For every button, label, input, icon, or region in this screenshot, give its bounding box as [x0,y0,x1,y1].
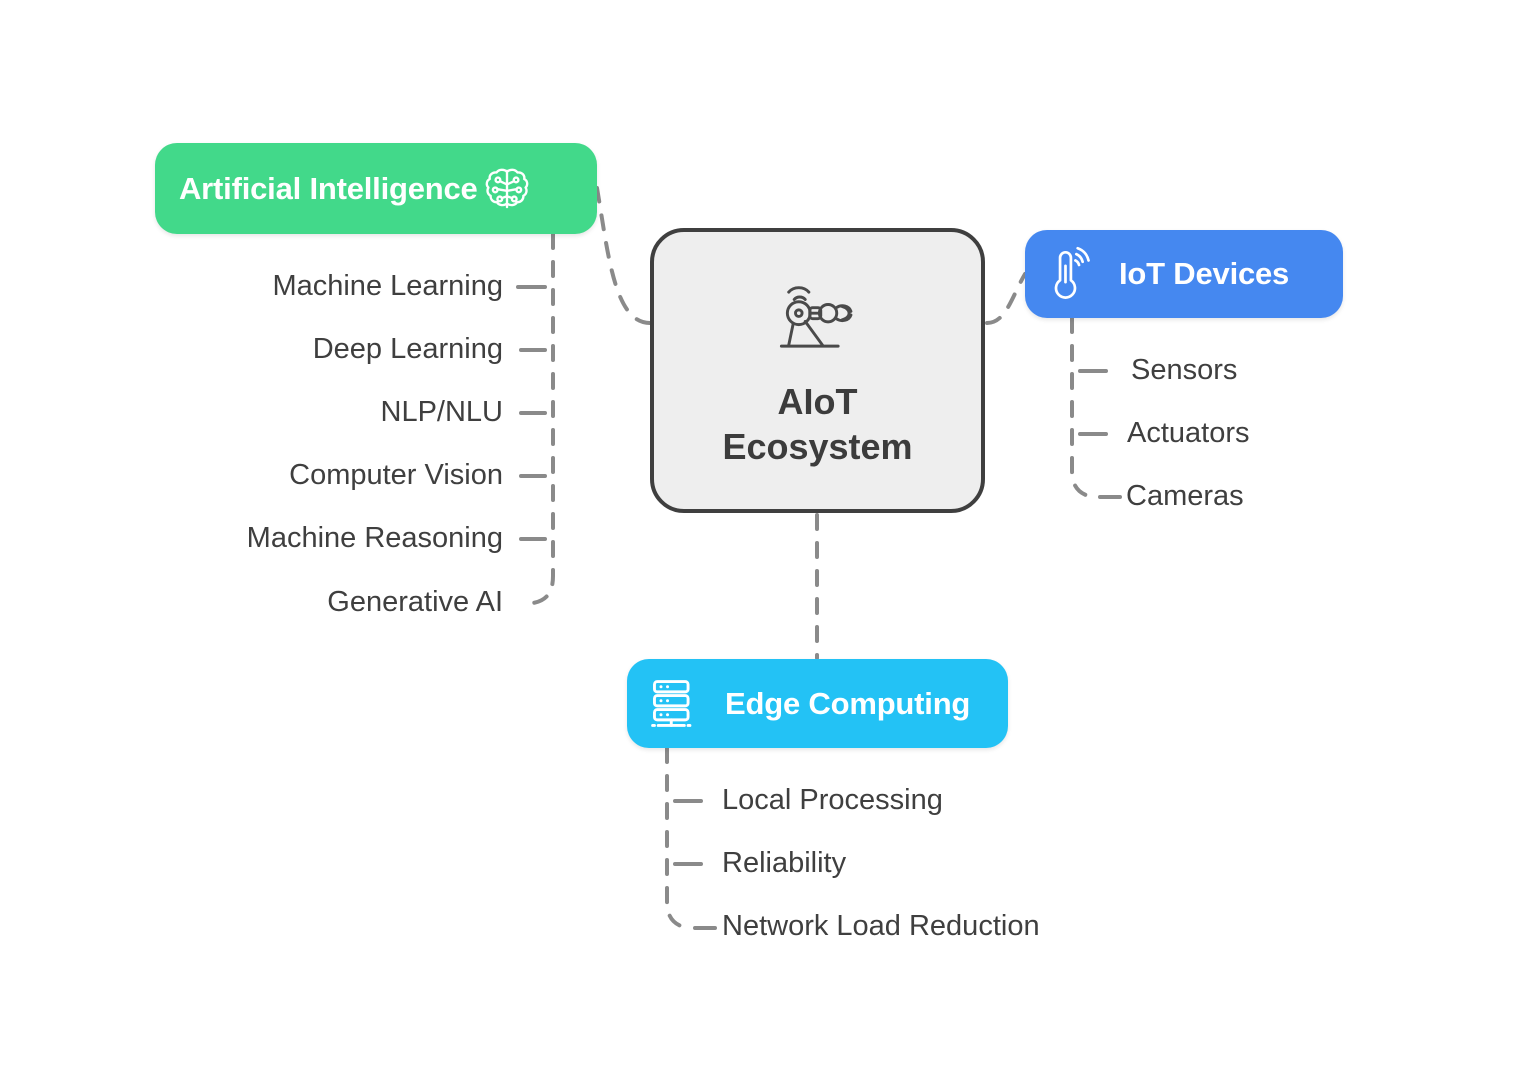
sub-item-computer-vision: Computer Vision [289,459,503,491]
mindmap-canvas: Artificial Intelligence Machine Learning… [0,0,1517,1080]
sub-item-generative-ai: Generative AI [327,586,503,618]
edge-ai-spine [531,232,555,605]
sub-item-actuators: Actuators [1127,417,1250,449]
sub-item-sensors: Sensors [1131,354,1238,386]
sub-item-reliability: Reliability [722,847,847,879]
sub-item-machine-learning: Machine Learning [272,270,503,302]
edge-edge-spine [665,746,689,930]
central-node-aiot-ecosystem[interactable]: AIoT Ecosystem [650,228,985,513]
sub-item-deep-learning: Deep Learning [312,333,503,365]
branch-label-iot-devices: IoT Devices [1119,256,1290,291]
branch-label-artificial-intelligence: Artificial Intelligence [179,170,478,206]
brain-icon [478,160,536,218]
thermometer-wireless-icon [1047,246,1093,302]
edge-center-to-ai [595,186,652,325]
edge-center-to-iot [985,272,1027,325]
robotic-arm-wireless-icon [770,272,866,363]
sub-item-network-load-reduction: Network Load Reduction [722,910,1040,942]
branch-node-iot-devices[interactable]: IoT Devices [1025,230,1343,318]
sub-item-cameras: Cameras [1126,480,1244,512]
edge-iot-spine [1070,316,1094,499]
sub-item-nlp-nlu: NLP/NLU [380,396,504,428]
central-node-title: AIoT Ecosystem [722,381,913,467]
sub-item-machine-reasoning: Machine Reasoning [246,522,503,554]
server-rack-icon [647,676,703,732]
branch-node-artificial-intelligence[interactable]: Artificial Intelligence [155,143,597,234]
branch-node-edge-computing[interactable]: Edge Computing [627,659,1008,748]
sub-item-local-processing: Local Processing [722,784,943,816]
branch-label-edge-computing: Edge Computing [725,685,971,721]
